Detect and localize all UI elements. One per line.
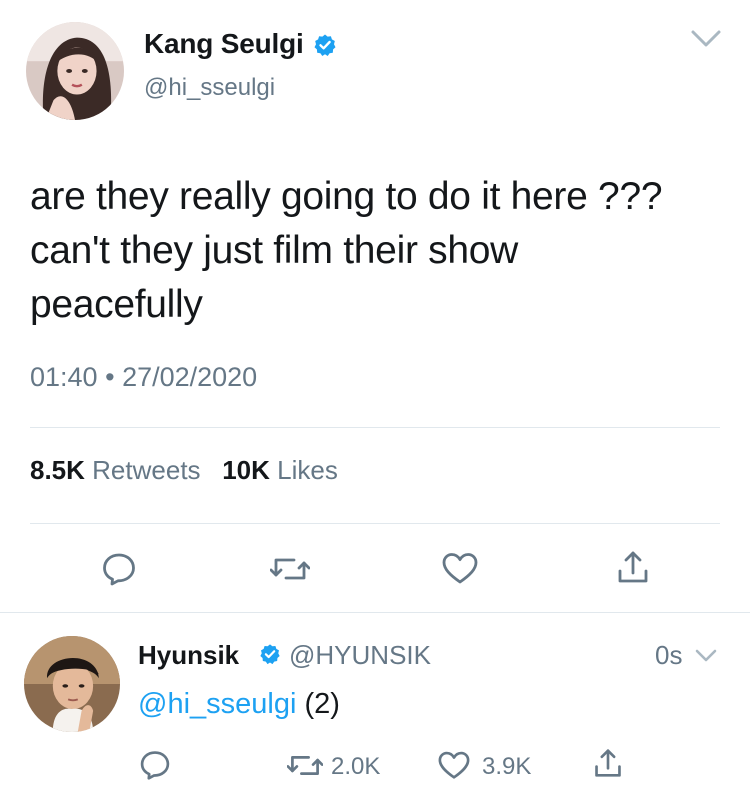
- tweet-text: are they really going to do it here ??? …: [30, 175, 663, 326]
- like-button[interactable]: [437, 750, 471, 780]
- likes-label: Likes: [277, 455, 338, 485]
- share-button[interactable]: [593, 747, 623, 779]
- author-handle[interactable]: @hi_sseulgi: [144, 74, 275, 102]
- reply-retweets-count: 2.0K: [331, 753, 381, 780]
- reply-likes-count: 3.9K: [482, 753, 532, 780]
- reply-author-handle[interactable]: @HYUNSIK: [289, 640, 431, 671]
- retweets-stat[interactable]: 8.5K Retweets: [30, 455, 201, 485]
- divider: [30, 523, 720, 524]
- retweet-icon: [270, 558, 310, 580]
- tweet-date: 27/02/2020: [122, 362, 258, 392]
- reply-author-name[interactable]: Hyunsik: [138, 640, 239, 671]
- like-icon: [442, 553, 478, 584]
- reply-button[interactable]: [101, 551, 137, 587]
- retweet-button[interactable]: [287, 751, 323, 780]
- likes-stat[interactable]: 10K Likes: [222, 455, 338, 485]
- reply-author-avatar[interactable]: [24, 636, 120, 732]
- share-icon: [618, 551, 648, 583]
- verified-badge-icon: [259, 643, 281, 665]
- reply-timestamp: 0s: [655, 640, 683, 670]
- reply-icon: [140, 751, 170, 780]
- share-button[interactable]: [616, 549, 650, 585]
- tweet-stats: 8.5K Retweets 10K Likes: [30, 455, 338, 486]
- share-icon: [595, 749, 621, 777]
- divider: [0, 612, 750, 613]
- divider: [30, 427, 720, 428]
- reply-button[interactable]: [139, 749, 171, 781]
- reply-icon: [103, 553, 135, 586]
- like-button[interactable]: [441, 551, 479, 585]
- reply-text: @hi_sseulgi (2): [138, 688, 340, 721]
- reply-mention-link[interactable]: @hi_sseulgi: [138, 688, 296, 720]
- author-name[interactable]: Kang Seulgi: [144, 28, 304, 60]
- retweet-icon: [287, 756, 323, 775]
- tweet-timestamp: 01:40 • 27/02/2020: [30, 362, 257, 393]
- author-avatar[interactable]: [26, 22, 124, 120]
- likes-count: 10K: [222, 455, 270, 485]
- timestamp-separator: •: [105, 362, 115, 392]
- chevron-down-icon[interactable]: [694, 648, 718, 664]
- retweets-label: Retweets: [92, 455, 201, 485]
- verified-badge-icon: [313, 33, 337, 57]
- tweet-time: 01:40: [30, 362, 98, 392]
- retweets-count: 8.5K: [30, 455, 85, 485]
- chevron-down-icon[interactable]: [690, 28, 722, 50]
- reply-body: (2): [304, 688, 340, 720]
- retweet-button[interactable]: [270, 553, 310, 585]
- like-icon: [438, 751, 470, 779]
